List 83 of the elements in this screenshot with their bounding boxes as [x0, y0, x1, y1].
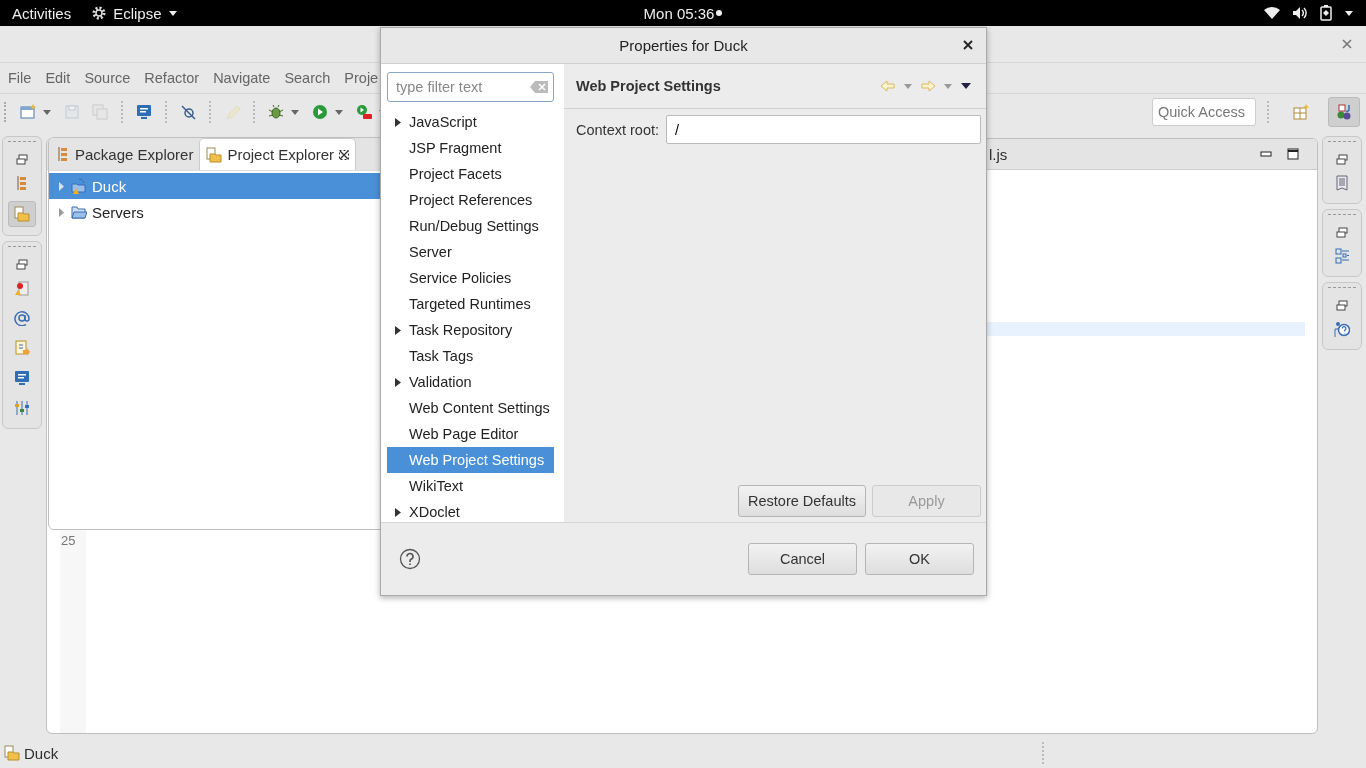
clock[interactable]: Mon 05:36 [643, 4, 715, 22]
view-tab[interactable]: Project Explorer [199, 138, 357, 170]
run-icon[interactable] [312, 104, 328, 120]
volume-icon[interactable] [1292, 6, 1308, 20]
help-icon [1334, 321, 1350, 337]
menu-caret-icon[interactable] [960, 82, 972, 90]
sliders-icon [14, 400, 30, 416]
editor-tab[interactable]: l.js [989, 145, 1008, 163]
app-menu[interactable]: Eclipse [91, 4, 178, 22]
gear-icon [91, 5, 108, 21]
menu-item[interactable]: Search [277, 70, 338, 86]
caret-icon[interactable] [1344, 9, 1354, 17]
close-icon[interactable] [963, 40, 973, 50]
document-icon [1334, 175, 1350, 191]
line-number: 25 [60, 533, 77, 548]
restore-icon[interactable] [1336, 300, 1348, 311]
monitor-icon [14, 370, 30, 386]
page-button[interactable]: Restore Defaults [738, 485, 866, 517]
close-icon[interactable] [339, 149, 350, 160]
bug-icon[interactable] [268, 104, 284, 120]
expander-icon[interactable] [395, 507, 401, 517]
tree-item[interactable]: Run/Debug Settings [387, 213, 554, 239]
tree-item[interactable]: Web Content Settings [387, 395, 554, 421]
minimize-icon[interactable] [1260, 151, 1272, 157]
tree-item[interactable]: Service Policies [387, 265, 554, 291]
dialog-title: Properties for Duck [619, 37, 748, 54]
dialog-button[interactable]: Cancel [748, 543, 857, 575]
restore-icon[interactable] [16, 154, 28, 165]
breakpoint-icon [14, 280, 30, 296]
open-perspective-icon [1293, 104, 1309, 120]
pin-icon[interactable] [180, 104, 196, 120]
filter-field[interactable]: type filter text [387, 72, 554, 102]
help-icon[interactable] [399, 548, 421, 570]
view-tab[interactable]: Package Explorer [49, 138, 200, 170]
tree-item[interactable]: Server [387, 239, 554, 265]
expander-icon[interactable] [395, 377, 401, 387]
dropdown-caret-icon[interactable] [903, 82, 913, 90]
battery-icon[interactable] [1320, 5, 1332, 21]
run-toolbox-icon[interactable] [356, 104, 372, 120]
monitor-icon[interactable] [136, 104, 152, 120]
new-file-icon[interactable] [20, 104, 36, 120]
wifi-icon[interactable] [1264, 6, 1280, 20]
folder-icon [206, 146, 223, 163]
tree-item[interactable]: Web Page Editor [387, 421, 554, 447]
folder-icon [14, 206, 30, 222]
menu-item[interactable]: File [1, 70, 39, 86]
perspective-button[interactable] [1328, 97, 1360, 127]
outline-icon [1334, 248, 1350, 264]
dropdown-caret-icon[interactable] [943, 82, 953, 90]
tree-item[interactable]: Task Tags [387, 343, 554, 369]
page-title: Web Project Settings [576, 78, 721, 94]
status-label: Duck [24, 744, 59, 762]
menu-item[interactable]: Source [77, 70, 138, 86]
menu-item[interactable]: Edit [38, 70, 78, 86]
caret-icon [167, 9, 178, 17]
menu-item[interactable]: Navigate [206, 70, 278, 86]
menu-item[interactable]: Refactor [137, 70, 207, 86]
dropdown-caret-icon[interactable] [42, 108, 52, 116]
perspective-icon [1336, 104, 1352, 120]
quick-access-field[interactable]: Quick Access [1152, 98, 1256, 126]
dropdown-caret-icon[interactable] [290, 108, 300, 116]
restore-icon[interactable] [16, 259, 28, 270]
restore-icon[interactable] [1336, 227, 1348, 238]
folder-icon [4, 745, 20, 761]
tree-item[interactable]: Validation [387, 369, 554, 395]
at-sign-icon [14, 310, 30, 326]
context-root-field[interactable]: / [666, 115, 981, 144]
tree-item[interactable]: Task Repository [387, 317, 554, 343]
expander-icon[interactable] [395, 325, 401, 335]
dialog-button[interactable]: OK [865, 543, 974, 575]
restore-icon[interactable] [1336, 154, 1348, 165]
tree-item[interactable]: Targeted Runtimes [387, 291, 554, 317]
maximize-icon[interactable] [1287, 148, 1299, 160]
project-icon [71, 178, 87, 194]
tree-item[interactable]: JavaScript [387, 109, 554, 135]
dropdown-caret-icon[interactable] [334, 108, 344, 116]
expander-icon[interactable] [395, 117, 401, 127]
activities-button[interactable]: Activities [12, 4, 72, 22]
field-label: Context root: [576, 121, 659, 138]
tree-item[interactable]: XDoclet [387, 499, 554, 525]
folder-icon [71, 204, 87, 220]
tree-item[interactable]: WikiText [387, 473, 554, 499]
tree-item[interactable]: JSP Fragment [387, 135, 554, 161]
